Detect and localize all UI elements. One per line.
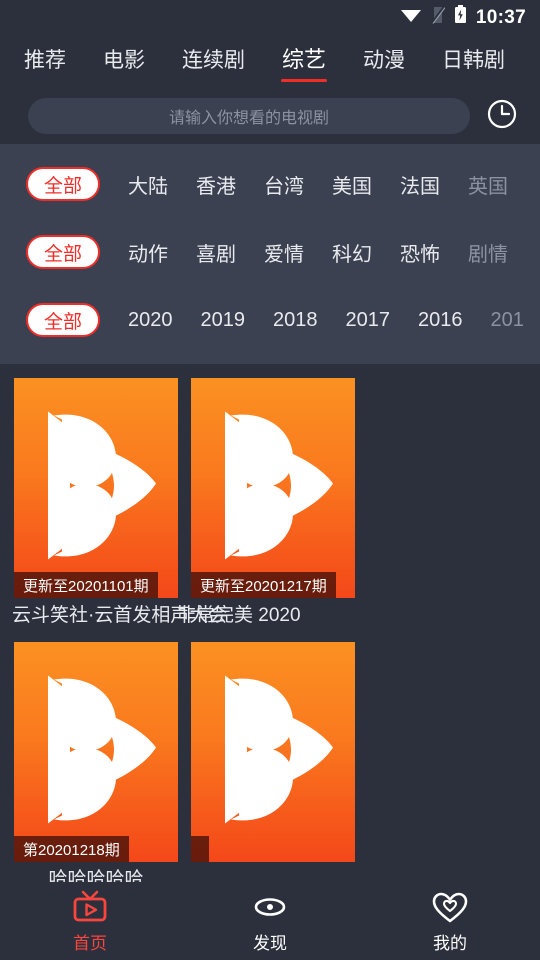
filter-genre-all[interactable]: 全部 [26, 235, 100, 269]
tab-zongyi[interactable]: 综艺 [280, 49, 328, 82]
filter-region-yingguo[interactable]: 英国 [468, 170, 508, 199]
filter-year-2015[interactable]: 201 [491, 309, 524, 332]
video-card[interactable]: 更新至20201101期 云斗笑社·云首发相声大会 [12, 378, 228, 629]
sim-off-icon [430, 5, 446, 29]
wifi-icon [400, 7, 422, 28]
video-card[interactable] [191, 642, 355, 893]
filter-region-faguo[interactable]: 法国 [400, 170, 440, 199]
tab-dianying[interactable]: 电影 [103, 50, 145, 73]
video-grid: 更新至20201101期 云斗笑社·云首发相声大会 更新至20201217期 非… [0, 364, 540, 960]
tab-rihanju[interactable]: 日韩剧 [442, 50, 505, 73]
status-time: 10:37 [475, 6, 526, 28]
video-title: 非常完美 2020 [177, 605, 301, 626]
play-logo-placeholder-icon [30, 406, 162, 571]
bottom-navigation: 首页 发现 我的 [0, 882, 540, 960]
nav-item-mine[interactable]: 我的 [360, 890, 540, 952]
tab-lianxuju[interactable]: 连续剧 [182, 50, 245, 73]
filter-genre-kehuan[interactable]: 科幻 [332, 238, 372, 267]
search-placeholder: 请输入你想看的电视剧 [168, 110, 329, 127]
nav-item-home[interactable]: 首页 [0, 890, 180, 952]
filter-row-region[interactable]: 全部 大陆 香港 台湾 美国 法国 英国 [0, 150, 540, 218]
filter-region-dalu[interactable]: 大陆 [128, 170, 168, 199]
filter-row-genre[interactable]: 全部 动作 喜剧 爱情 科幻 恐怖 剧情 [0, 218, 540, 286]
episode-badge: 第20201218期 [14, 836, 129, 862]
episode-badge: 更新至20201217期 [191, 572, 336, 598]
filter-genre-juqing[interactable]: 剧情 [468, 238, 508, 267]
video-title: 云斗笑社·云首发相声大会 [12, 605, 228, 626]
status-bar: 10:37 [0, 0, 540, 34]
nav-item-discover[interactable]: 发现 [180, 890, 360, 952]
filter-year-2018[interactable]: 2018 [273, 309, 318, 332]
clock-icon [486, 98, 518, 135]
search-input[interactable]: 请输入你想看的电视剧 [28, 98, 470, 134]
play-logo-placeholder-icon [207, 406, 339, 571]
video-thumbnail[interactable] [191, 642, 355, 862]
battery-charging-icon [454, 5, 467, 29]
filter-region-all[interactable]: 全部 [26, 167, 100, 201]
filter-genre-dongzuo[interactable]: 动作 [128, 238, 168, 267]
heart-icon [430, 890, 470, 931]
nav-label-mine: 我的 [433, 934, 467, 953]
nav-label-discover: 发现 [253, 934, 287, 953]
filter-genre-xiju[interactable]: 喜剧 [196, 238, 236, 267]
tv-play-icon [70, 890, 110, 931]
filter-year-2020[interactable]: 2020 [128, 309, 173, 332]
video-card[interactable]: 第20201218期 哈哈哈哈哈 [14, 642, 178, 893]
filter-year-2016[interactable]: 2016 [418, 309, 463, 332]
episode-badge [191, 836, 209, 862]
filter-year-2017[interactable]: 2017 [346, 309, 391, 332]
video-card[interactable]: 更新至20201217期 非常完美 2020 [177, 378, 355, 629]
play-logo-placeholder-icon [207, 670, 339, 835]
filter-genre-kongbu[interactable]: 恐怖 [400, 238, 440, 267]
nav-label-home: 首页 [73, 934, 107, 953]
filter-year-all[interactable]: 全部 [26, 303, 100, 337]
filter-panel: 全部 大陆 香港 台湾 美国 法国 英国 全部 动作 喜剧 爱情 科幻 恐怖 剧… [0, 144, 540, 364]
search-history-button[interactable] [482, 96, 522, 136]
video-thumbnail[interactable]: 更新至20201217期 [191, 378, 355, 598]
filter-region-meiguo[interactable]: 美国 [332, 170, 372, 199]
eye-icon [250, 890, 290, 931]
tab-dongman[interactable]: 动漫 [363, 50, 405, 73]
filter-genre-aiqing[interactable]: 爱情 [264, 238, 304, 267]
app-root: 10:37 推荐 电影 连续剧 综艺 动漫 日韩剧 欧美 请输入你想看的电视剧 … [0, 0, 540, 960]
filter-row-year[interactable]: 全部 2020 2019 2018 2017 2016 201 [0, 286, 540, 354]
filter-region-taiwan[interactable]: 台湾 [264, 170, 304, 199]
tab-tuijian[interactable]: 推荐 [24, 50, 66, 73]
filter-region-xianggang[interactable]: 香港 [196, 170, 236, 199]
video-thumbnail[interactable]: 更新至20201101期 [14, 378, 178, 598]
video-thumbnail[interactable]: 第20201218期 [14, 642, 178, 862]
category-tabs[interactable]: 推荐 电影 连续剧 综艺 动漫 日韩剧 欧美 [0, 34, 540, 88]
search-row: 请输入你想看的电视剧 [0, 88, 540, 144]
filter-year-2019[interactable]: 2019 [201, 309, 246, 332]
play-logo-placeholder-icon [30, 670, 162, 835]
episode-badge: 更新至20201101期 [14, 572, 158, 598]
